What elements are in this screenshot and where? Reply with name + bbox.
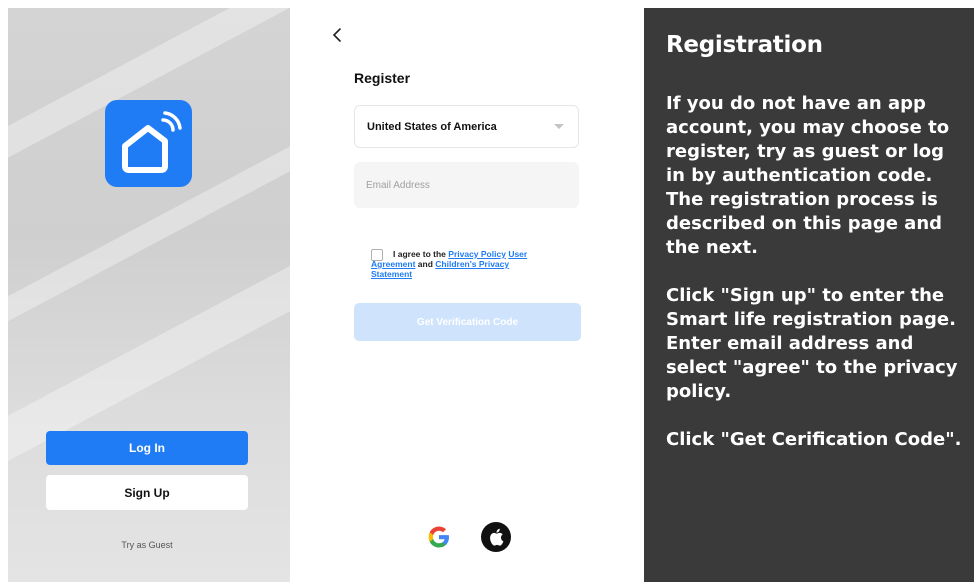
privacy-policy-link[interactable]: Privacy Policy: [448, 249, 506, 259]
welcome-screen: Log In Sign Up Try as Guest: [8, 8, 290, 582]
signup-button[interactable]: Sign Up: [46, 475, 248, 510]
panel-body: If you do not have an app account, you m…: [666, 92, 966, 476]
register-screen: Register United States of America I agre…: [310, 8, 610, 582]
instructions-panel: Registration If you do not have an app a…: [644, 8, 974, 582]
smart-home-logo-icon: [105, 100, 192, 187]
instruction-paragraph: If you do not have an app account, you m…: [666, 93, 950, 258]
childrens-privacy-link-part2[interactable]: Statement: [371, 269, 412, 279]
get-verification-code-button[interactable]: Get Verification Code: [354, 303, 581, 341]
email-field[interactable]: [354, 162, 579, 208]
instruction-paragraph: Click "Sign up" to enter the Smart life …: [666, 285, 958, 402]
country-value: United States of America: [367, 121, 497, 133]
user-agreement-link-part2[interactable]: Agreement: [371, 259, 415, 269]
agree-prefix: I agree to the: [393, 249, 446, 259]
login-button[interactable]: Log In: [46, 431, 248, 465]
childrens-privacy-link-part1[interactable]: Children's Privacy: [435, 259, 509, 269]
country-select[interactable]: United States of America: [354, 105, 579, 148]
page-title: Register: [354, 70, 411, 86]
user-agreement-link-part1[interactable]: User: [508, 249, 527, 259]
back-arrow-icon[interactable]: [330, 26, 344, 44]
panel-title: Registration: [666, 32, 823, 58]
apple-icon[interactable]: [481, 522, 511, 552]
agreement-text: I agree to the Privacy Policy User Agree…: [371, 249, 581, 279]
instruction-paragraph: Click "Get Cerification Code".: [666, 429, 962, 450]
google-icon[interactable]: [425, 523, 453, 551]
try-as-guest-link[interactable]: Try as Guest: [46, 540, 248, 550]
chevron-down-icon: [554, 124, 564, 129]
and-text: and: [417, 259, 433, 269]
